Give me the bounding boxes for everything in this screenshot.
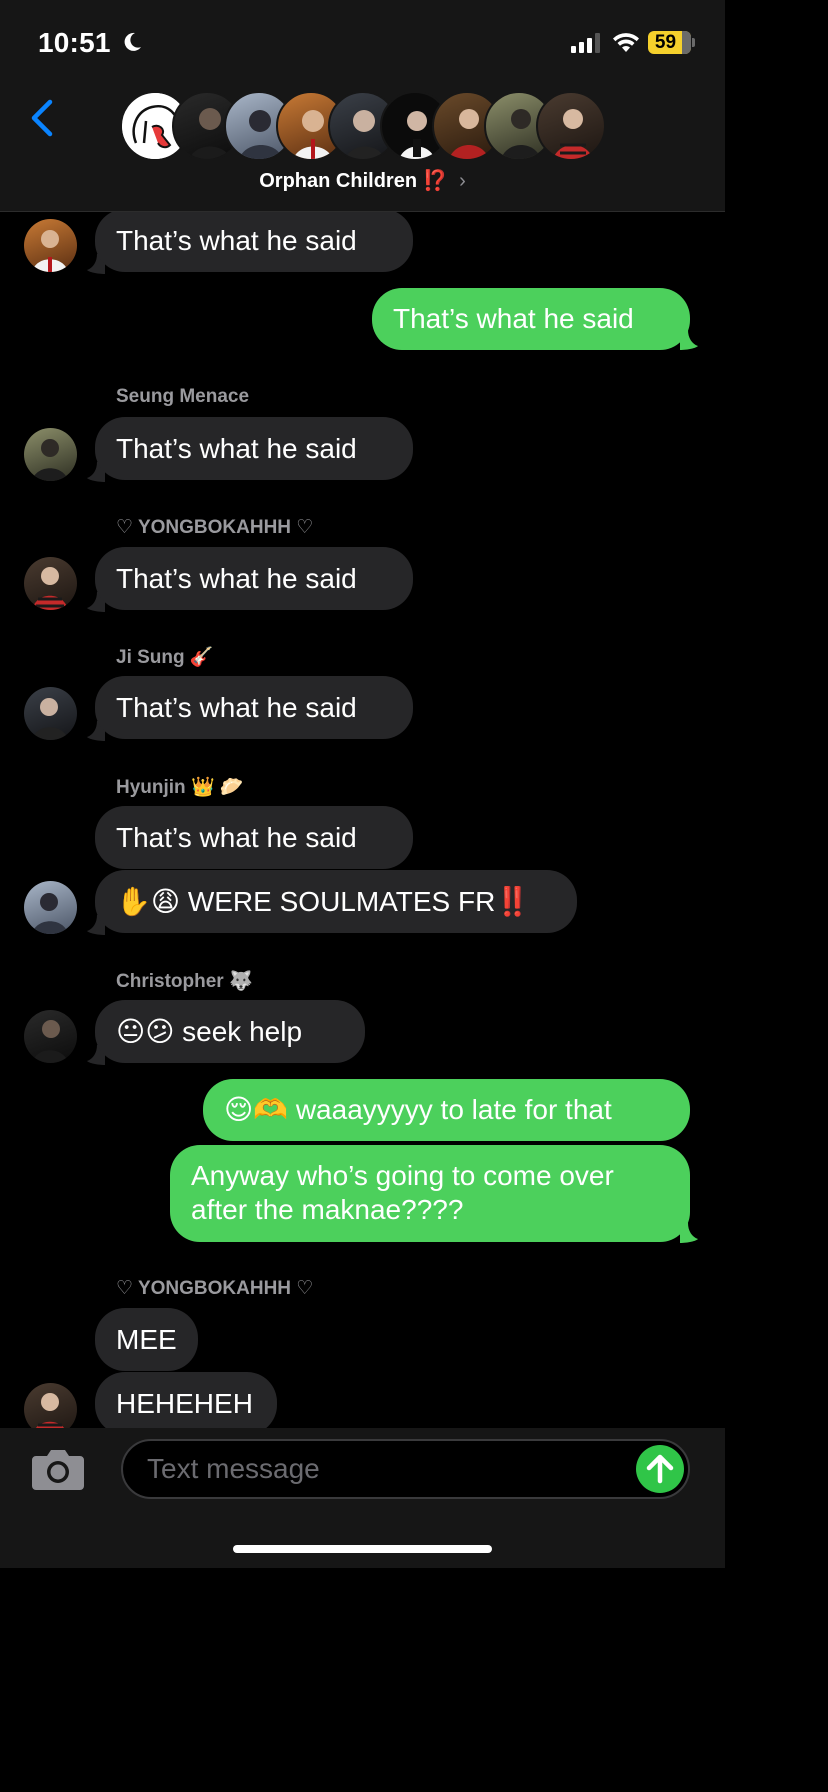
battery-level: 59: [654, 32, 677, 53]
member-avatar: [536, 91, 606, 161]
compose-bar: [0, 1428, 725, 1568]
message-bubble[interactable]: ✋😩 WERE SOULMATES FR‼️: [95, 870, 577, 933]
sender-name: ♡ YONGBOKAHHH ♡: [116, 517, 314, 538]
sender-avatar[interactable]: [24, 219, 77, 272]
message-text: Anyway who’s going to come over after th…: [191, 1160, 614, 1225]
sender-avatar[interactable]: [24, 1010, 77, 1063]
sender-avatar[interactable]: [24, 1383, 77, 1428]
sender-avatar[interactable]: [24, 881, 77, 934]
sender-name: Ji Sung 🎸: [116, 647, 214, 668]
back-button[interactable]: [26, 96, 62, 140]
message-list[interactable]: That’s what he said That’s what he said …: [0, 212, 725, 1428]
message-text: ✋😩 WERE SOULMATES FR‼️: [116, 885, 531, 917]
home-indicator: [233, 1545, 492, 1553]
message-bubble[interactable]: That’s what he said: [95, 806, 413, 869]
sender-name: Hyunjin 👑 🥟: [116, 777, 244, 798]
message-text: MEE: [116, 1323, 177, 1355]
message-text: That’s what he said: [116, 562, 357, 594]
message-bubble[interactable]: That’s what he said: [95, 547, 413, 610]
message-bubble[interactable]: That’s what he said: [95, 417, 413, 480]
arrow-up-icon: [646, 1454, 674, 1484]
message-text: That’s what he said: [116, 432, 357, 464]
chevron-left-icon: [31, 99, 53, 137]
message-text: That’s what he said: [116, 224, 357, 256]
message-bubble[interactable]: That’s what he said: [95, 212, 413, 272]
message-text: That’s what he said: [116, 691, 357, 723]
message-bubble-outgoing[interactable]: That’s what he said: [372, 288, 690, 350]
status-time: 10:51: [38, 27, 111, 58]
group-name: Orphan Children: [259, 170, 418, 192]
battery-icon: 59: [648, 31, 691, 54]
camera-icon: [32, 1450, 84, 1490]
sender-avatar[interactable]: [24, 687, 77, 740]
message-bubble-outgoing[interactable]: Anyway who’s going to come over after th…: [170, 1145, 690, 1242]
wifi-icon: [611, 30, 641, 59]
sender-avatar[interactable]: [24, 428, 77, 481]
chevron-right-icon: ›: [459, 170, 466, 192]
moon-icon: [122, 31, 142, 60]
send-button[interactable]: [636, 1445, 684, 1493]
group-name-marks: ⁉️: [422, 170, 448, 192]
message-text: That’s what he said: [116, 821, 357, 853]
message-input[interactable]: [147, 1441, 627, 1497]
message-text: HEHEHEH: [116, 1387, 253, 1419]
sender-name: Christopher 🐺: [116, 971, 253, 992]
message-bubble-outgoing[interactable]: 😌🫶 waaayyyyy to late for that: [203, 1079, 690, 1141]
message-bubble[interactable]: MEE: [95, 1308, 198, 1371]
cellular-signal-icon: [571, 33, 600, 53]
group-name-button[interactable]: Orphan Children ⁉️ ›: [0, 168, 725, 193]
status-bar: 10:51 59: [0, 0, 725, 88]
message-text: That’s what he said: [393, 303, 634, 334]
sender-name: ♡ YONGBOKAHHH ♡: [116, 1278, 314, 1299]
camera-button[interactable]: [30, 1446, 86, 1492]
message-text: 😌🫶 waaayyyyy to late for that: [224, 1094, 612, 1125]
message-bubble[interactable]: HEHEHEH: [95, 1372, 277, 1428]
message-input-container[interactable]: [121, 1439, 690, 1499]
sender-avatar[interactable]: [24, 557, 77, 610]
group-avatars[interactable]: [120, 91, 610, 161]
message-text: 😐😕 seek help: [116, 1015, 303, 1047]
message-bubble[interactable]: 😐😕 seek help: [95, 1000, 365, 1063]
sender-name: Seung Menace: [116, 386, 250, 407]
message-bubble[interactable]: That’s what he said: [95, 676, 413, 739]
conversation-header: Orphan Children ⁉️ ›: [0, 88, 725, 212]
